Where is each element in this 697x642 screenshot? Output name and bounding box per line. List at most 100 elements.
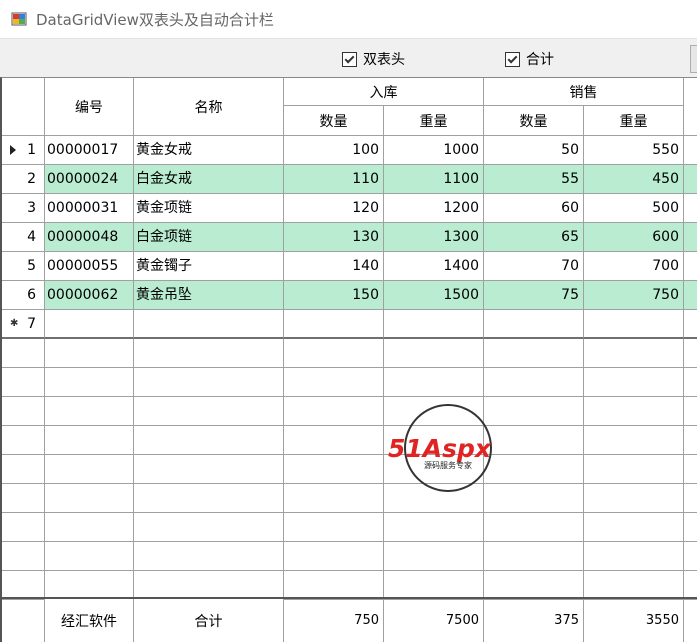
column-header-in-qty[interactable]: 数量 [284, 106, 384, 136]
cell-sale-qty[interactable] [484, 310, 584, 339]
cell-extra[interactable] [684, 426, 697, 455]
cell-in-qty[interactable] [284, 484, 384, 513]
new-row-header[interactable]: ✱ 7 [2, 310, 45, 339]
cell-code[interactable]: 00000055 [45, 252, 134, 281]
cell-extra[interactable] [684, 310, 697, 339]
cell-in-qty[interactable] [284, 542, 384, 571]
cell-name[interactable] [134, 397, 284, 426]
cell-code[interactable]: 00000031 [45, 194, 134, 223]
column-header-sale-weight[interactable]: 重量 [584, 106, 684, 136]
cell-sale-weight[interactable] [584, 339, 684, 368]
cell-in-weight[interactable]: 1200 [384, 194, 484, 223]
cell-code[interactable] [45, 368, 134, 397]
cell-sale-weight[interactable] [584, 513, 684, 542]
cell-sale-qty[interactable]: 60 [484, 194, 584, 223]
cell-name[interactable] [134, 455, 284, 484]
cell-in-qty[interactable] [284, 339, 384, 368]
empty-row-header[interactable] [2, 484, 45, 513]
cell-extra[interactable] [684, 223, 697, 252]
cell-extra[interactable] [684, 252, 697, 281]
cell-code[interactable] [45, 339, 134, 368]
cell-code[interactable] [45, 426, 134, 455]
cell-in-weight[interactable]: 1100 [384, 165, 484, 194]
cell-in-qty[interactable] [284, 397, 384, 426]
cell-sale-qty[interactable] [484, 571, 584, 600]
empty-row-header[interactable] [2, 368, 45, 397]
cell-sale-weight[interactable] [584, 397, 684, 426]
group-header-sales[interactable]: 销售 [484, 78, 684, 106]
empty-row-header[interactable] [2, 542, 45, 571]
cell-in-qty[interactable] [284, 368, 384, 397]
row-header[interactable]: 6 [2, 281, 45, 310]
cell-extra[interactable] [684, 484, 697, 513]
cell-in-weight[interactable]: 1500 [384, 281, 484, 310]
column-header-in-weight[interactable]: 重量 [384, 106, 484, 136]
column-header-name[interactable]: 名称 [134, 78, 284, 136]
cell-in-qty[interactable]: 120 [284, 194, 384, 223]
cell-name[interactable]: 白金项链 [134, 223, 284, 252]
cell-extra[interactable] [684, 339, 697, 368]
cell-code[interactable] [45, 455, 134, 484]
cell-in-qty[interactable]: 150 [284, 281, 384, 310]
cell-in-qty[interactable] [284, 455, 384, 484]
cell-extra[interactable] [684, 136, 697, 165]
cell-in-qty[interactable] [284, 310, 384, 339]
cell-in-weight[interactable] [384, 571, 484, 600]
cell-sale-qty[interactable]: 65 [484, 223, 584, 252]
cell-code[interactable] [45, 397, 134, 426]
cell-name[interactable] [134, 542, 284, 571]
cell-in-weight[interactable] [384, 310, 484, 339]
row-header[interactable]: 4 [2, 223, 45, 252]
cell-sale-weight[interactable] [584, 310, 684, 339]
cell-name[interactable] [134, 368, 284, 397]
cell-sale-weight[interactable]: 450 [584, 165, 684, 194]
cell-extra[interactable] [684, 542, 697, 571]
cell-in-qty[interactable] [284, 571, 384, 600]
column-header-extra[interactable] [684, 78, 697, 136]
cell-code[interactable]: 00000048 [45, 223, 134, 252]
group-header-in[interactable]: 入库 [284, 78, 484, 106]
empty-row-header[interactable] [2, 397, 45, 426]
cell-extra[interactable] [684, 455, 697, 484]
row-header[interactable]: 3 [2, 194, 45, 223]
empty-row-header[interactable] [2, 455, 45, 484]
cell-extra[interactable] [684, 281, 697, 310]
cell-sale-weight[interactable]: 700 [584, 252, 684, 281]
cell-name[interactable]: 黄金项链 [134, 194, 284, 223]
cell-sale-qty[interactable] [484, 339, 584, 368]
total-check-icon[interactable] [505, 51, 520, 67]
column-header-code[interactable]: 编号 [45, 78, 134, 136]
cell-sale-qty[interactable] [484, 368, 584, 397]
cell-sale-qty[interactable] [484, 542, 584, 571]
cell-code[interactable]: 00000017 [45, 136, 134, 165]
cell-sale-weight[interactable]: 550 [584, 136, 684, 165]
double-header-check-icon[interactable] [342, 51, 357, 67]
row-header[interactable]: 1 [2, 136, 45, 165]
cell-sale-weight[interactable] [584, 484, 684, 513]
cell-in-qty[interactable]: 140 [284, 252, 384, 281]
total-checkbox[interactable]: 合计 [505, 49, 554, 69]
double-header-checkbox[interactable]: 双表头 [342, 49, 405, 69]
cell-in-qty[interactable]: 130 [284, 223, 384, 252]
cell-sale-weight[interactable]: 500 [584, 194, 684, 223]
data-grid[interactable]: 编号 名称 入库 销售 数量 重量 数量 重量 1 00000017 黄金女戒 100… [0, 77, 697, 642]
cell-in-weight[interactable]: 1000 [384, 136, 484, 165]
cell-in-qty[interactable] [284, 426, 384, 455]
corner-header[interactable] [2, 78, 45, 136]
cell-code[interactable] [45, 310, 134, 339]
cell-code[interactable]: 00000024 [45, 165, 134, 194]
cell-extra[interactable] [684, 513, 697, 542]
cell-in-weight[interactable] [384, 513, 484, 542]
cell-sale-qty[interactable]: 70 [484, 252, 584, 281]
cell-sale-qty[interactable]: 75 [484, 281, 584, 310]
cell-name[interactable] [134, 571, 284, 600]
empty-row-header[interactable] [2, 571, 45, 600]
cell-code[interactable] [45, 513, 134, 542]
cell-sale-weight[interactable] [584, 542, 684, 571]
cell-in-qty[interactable]: 110 [284, 165, 384, 194]
row-header[interactable]: 2 [2, 165, 45, 194]
row-header[interactable]: 5 [2, 252, 45, 281]
cell-sale-weight[interactable] [584, 571, 684, 600]
cell-in-weight[interactable]: 1300 [384, 223, 484, 252]
cell-in-weight[interactable] [384, 542, 484, 571]
